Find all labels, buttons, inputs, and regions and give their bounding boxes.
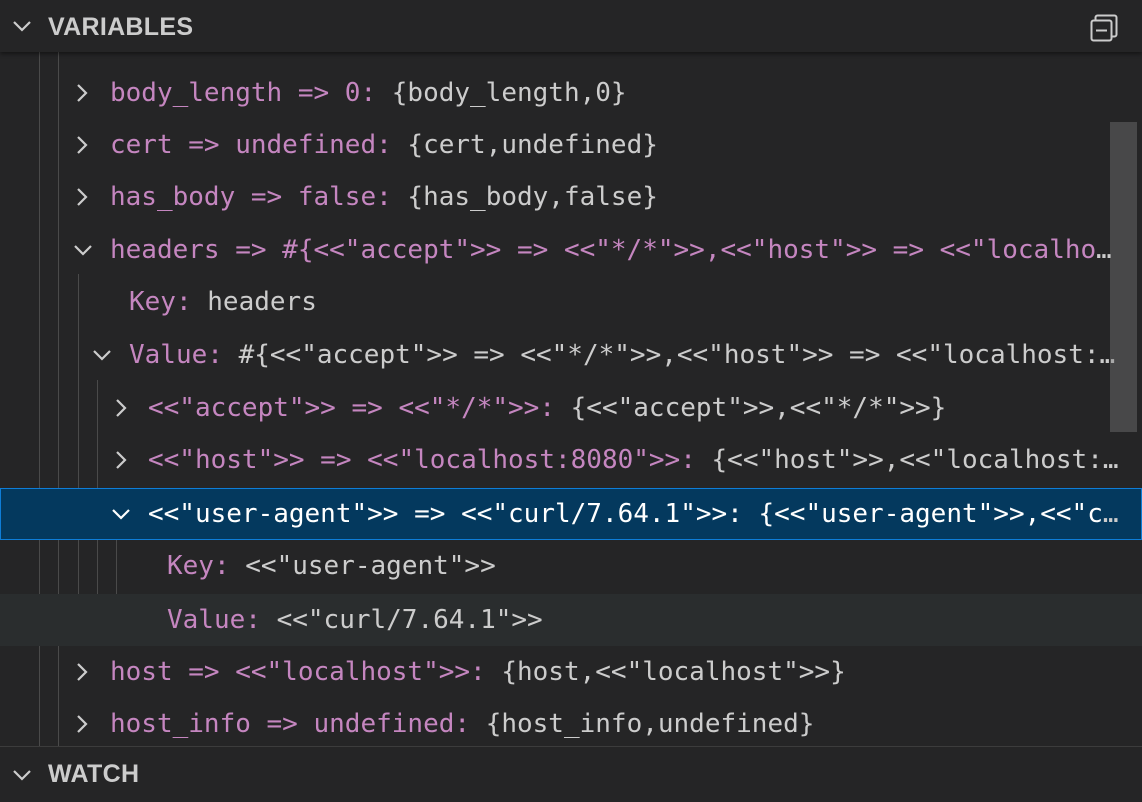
chevron-down-icon	[13, 21, 31, 32]
variable-row[interactable]: cert => undefined: {cert,undefined}	[0, 119, 1142, 171]
variable-value: headers	[207, 287, 317, 317]
variable-row-key[interactable]: Key: headers	[0, 276, 1142, 328]
variable-value: {has_body,false}	[407, 182, 658, 212]
watch-panel-header[interactable]: WATCH	[0, 746, 1142, 802]
variable-name: Key:	[167, 551, 230, 581]
variable-label: has_body => false: {has_body,false}	[110, 182, 1110, 212]
variable-label: Value: <<"curl/7.64.1">>	[167, 605, 1107, 635]
watch-panel-title: WATCH	[48, 760, 140, 788]
variable-label: <<"user-agent">> => <<"curl/7.64.1">>: {…	[148, 499, 1128, 529]
variable-name: <<"user-agent">> => <<"curl/7.64.1">>:	[148, 499, 743, 529]
variable-name: has_body => false:	[110, 182, 392, 212]
variable-row[interactable]: <<"accept">> => <<"*/*">>: {<<"accept">>…	[0, 382, 1142, 434]
variable-label: Key: <<"user-agent">>	[167, 551, 1107, 581]
variable-label: Value: #{<<"accept">> => <<"*/*">>,<<"ho…	[129, 340, 1126, 370]
variable-label: <<"host">> => <<"localhost:8080">>: {<<"…	[148, 445, 1128, 475]
variable-name: body_length => 0:	[110, 78, 377, 108]
variable-row-value[interactable]: Value: #{<<"accept">> => <<"*/*">>,<<"ho…	[0, 329, 1142, 381]
chevron-right-icon[interactable]	[71, 660, 93, 684]
variable-value: {host_info,undefined}	[485, 709, 815, 739]
variable-value: {body_length,0}	[391, 78, 627, 108]
variable-label: cert => undefined: {cert,undefined}	[110, 130, 1110, 160]
variable-name: Value:	[129, 340, 223, 370]
variables-tree[interactable]: body_length => 0: {body_length,0} cert =…	[0, 52, 1142, 746]
variable-row-headers[interactable]: headers => #{<<"accept">> => <<"*/*">>,<…	[0, 224, 1142, 276]
chevron-right-icon[interactable]	[110, 396, 132, 420]
chevron-right-icon[interactable]	[110, 448, 132, 472]
variable-name: headers => #{<<"accept">> => <<"*/*">>,<…	[110, 235, 1126, 265]
variable-label: Key: headers	[129, 287, 1109, 317]
variable-row[interactable]: host_info => undefined: {host_info,undef…	[0, 698, 1142, 746]
variable-row[interactable]: <<"host">> => <<"localhost:8080">>: {<<"…	[0, 434, 1142, 486]
chevron-right-icon[interactable]	[71, 185, 93, 209]
variable-row[interactable]: host => <<"localhost">>: {host,<<"localh…	[0, 646, 1142, 698]
variable-value: {<<"host">>,<<"localhost:8080">>}	[711, 445, 1128, 475]
variable-row[interactable]: body_length => 0: {body_length,0}	[0, 67, 1142, 119]
chevron-down-icon[interactable]	[110, 502, 132, 526]
variable-label: host => <<"localhost">>: {host,<<"localh…	[110, 657, 1110, 687]
variable-name: host => <<"localhost">>:	[110, 657, 486, 687]
variable-label: headers => #{<<"accept">> => <<"*/*">>,<…	[110, 235, 1126, 265]
variable-value: #{<<"accept">> => <<"*/*">>,<<"host">> =…	[238, 340, 1126, 370]
chevron-right-icon[interactable]	[71, 81, 93, 105]
variable-value: {<<"user-agent">>,<<"curl/7.64.1">>}	[758, 499, 1128, 529]
chevron-down-icon[interactable]	[91, 343, 113, 367]
variables-panel-title: VARIABLES	[48, 13, 194, 41]
scrollbar-thumb[interactable]	[1110, 122, 1137, 432]
variable-name: <<"host">> => <<"localhost:8080">>:	[148, 445, 696, 475]
variable-row-value[interactable]: Value: <<"curl/7.64.1">>	[0, 594, 1142, 646]
variable-name: host_info => undefined:	[110, 709, 471, 739]
collapse-all-icon[interactable]	[1088, 12, 1120, 44]
variable-value: {<<"accept">>,<<"*/*">>}	[570, 393, 947, 423]
variable-name: <<"accept">> => <<"*/*">>:	[148, 393, 555, 423]
chevron-down-icon[interactable]	[72, 238, 94, 262]
variable-name: cert => undefined:	[110, 130, 392, 160]
chevron-down-icon	[13, 770, 31, 781]
chevron-right-icon[interactable]	[71, 712, 93, 736]
chevron-right-icon[interactable]	[71, 133, 93, 157]
variable-row[interactable]: has_body => false: {has_body,false}	[0, 171, 1142, 223]
variable-value: <<"curl/7.64.1">>	[276, 605, 543, 635]
variable-row-selected[interactable]: <<"user-agent">> => <<"curl/7.64.1">>: {…	[0, 488, 1142, 540]
variable-label: host_info => undefined: {host_info,undef…	[110, 709, 1110, 739]
variable-row-key[interactable]: Key: <<"user-agent">>	[0, 540, 1142, 592]
variable-value: {cert,undefined}	[407, 130, 658, 160]
variable-label: body_length => 0: {body_length,0}	[110, 78, 1110, 108]
variable-name: Value:	[167, 605, 261, 635]
variable-label: <<"accept">> => <<"*/*">>: {<<"accept">>…	[148, 393, 1108, 423]
variable-value: <<"user-agent">>	[245, 551, 496, 581]
variable-value: {host,<<"localhost">>}	[501, 657, 846, 687]
variables-panel-header[interactable]: VARIABLES	[0, 0, 1142, 52]
variable-name: Key:	[129, 287, 192, 317]
